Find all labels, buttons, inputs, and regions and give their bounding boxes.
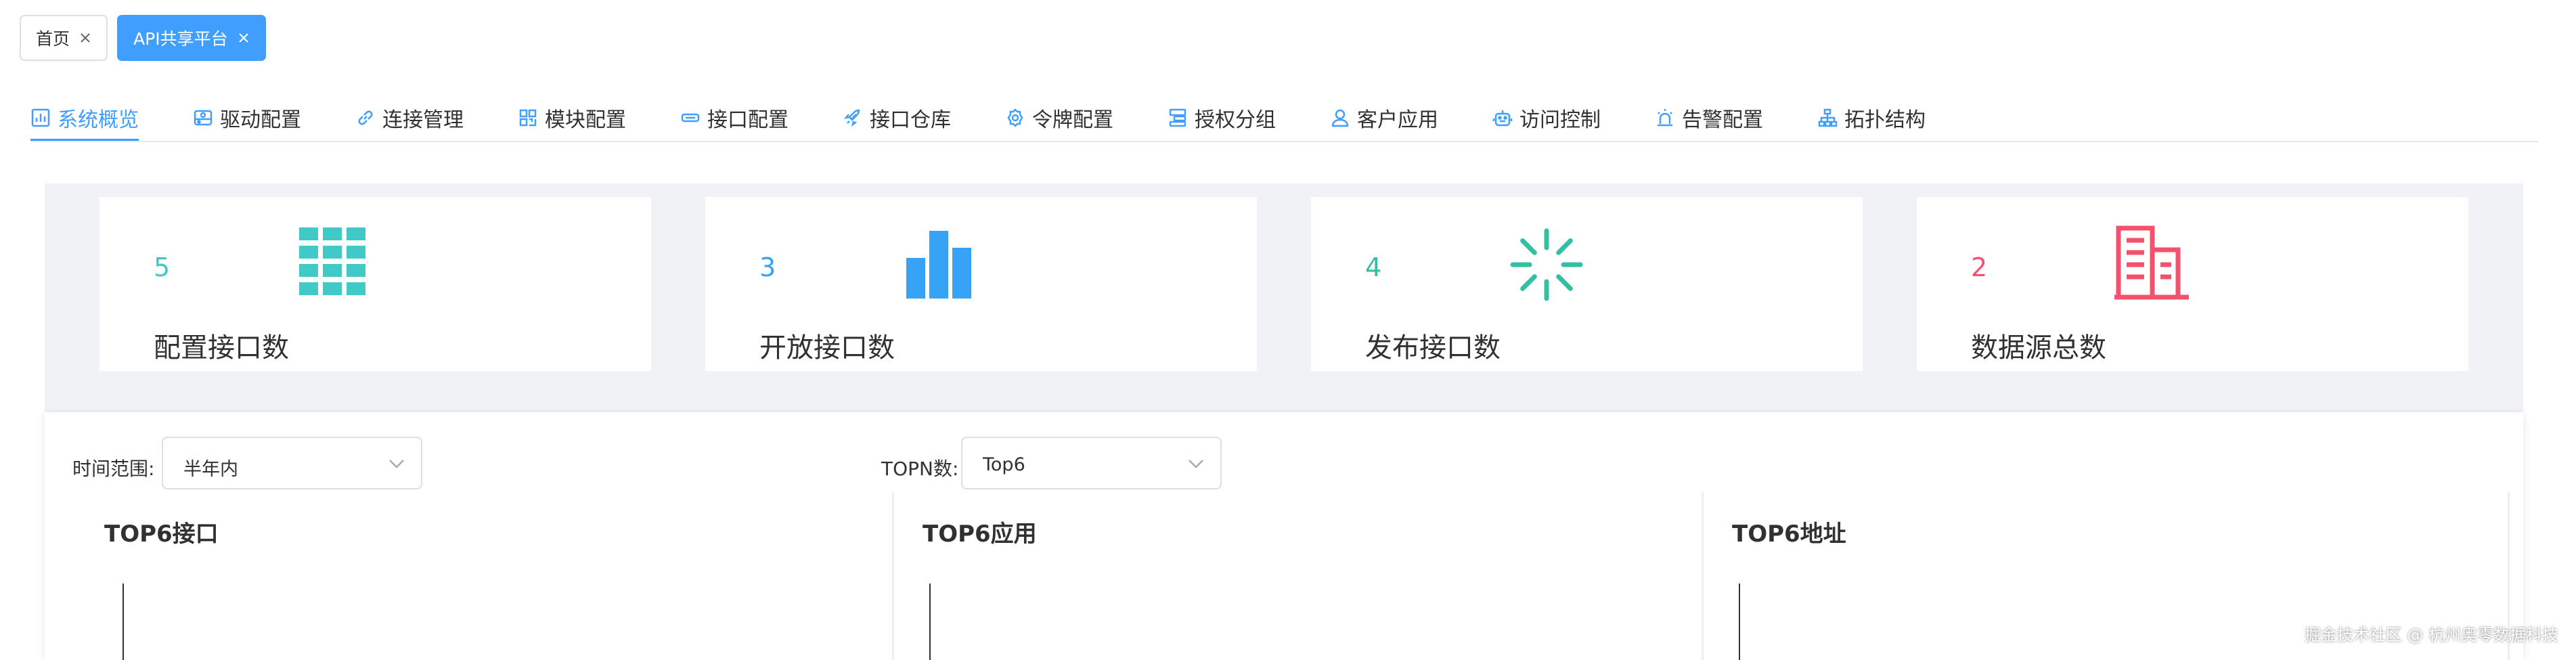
nav-tab-module[interactable]: 模块配置 — [518, 96, 626, 139]
time-range-select[interactable]: 半年内 — [162, 437, 422, 489]
nav-tab-label: 访问控制 — [1519, 108, 1601, 132]
grid-icon — [519, 109, 537, 127]
nav-tab-interface-repo[interactable]: 接口仓库 — [843, 96, 951, 139]
nav-tab-token[interactable]: 令牌配置 — [1005, 96, 1113, 139]
topology-icon — [1818, 108, 1838, 127]
nav-tab-access-control[interactable]: 访问控制 — [1492, 96, 1601, 139]
stat-label: 开放接口数 — [759, 332, 895, 364]
nav-tab-client-app[interactable]: 客户应用 — [1330, 96, 1438, 139]
nav-tab-overview[interactable]: 系统概览 — [30, 96, 139, 142]
chart-divider — [892, 492, 894, 660]
chart-icon — [31, 108, 50, 127]
chart-y-axis — [1739, 584, 1740, 660]
watermark: 掘金技术社区 @ 杭州奥零数据科技 — [2304, 625, 2558, 644]
user-icon — [1331, 109, 1349, 127]
nav-tab-driver[interactable]: 驱动配置 — [193, 96, 301, 139]
topn-label: TOPN数: — [881, 458, 959, 480]
nav-tab-label: 客户应用 — [1357, 108, 1438, 132]
loading-icon — [1510, 228, 1583, 301]
close-icon[interactable] — [79, 32, 91, 44]
nav-tab-interface-config[interactable]: 接口配置 — [680, 96, 789, 139]
chart-title: TOP6地址 — [1732, 521, 1846, 548]
drive-icon — [194, 110, 213, 126]
topn-select[interactable]: Top6 — [961, 437, 1222, 489]
page-tab-label: API共享平台 — [133, 29, 228, 49]
stat-card-configured: 5 配置接口数 — [99, 197, 651, 371]
robot-icon — [1492, 110, 1513, 127]
nav-tab-label: 接口仓库 — [870, 108, 951, 132]
top-n-panel: 时间范围: 半年内 TOPN数: Top6 TOP6接口 TOP6应用 TOP6… — [45, 412, 2523, 660]
nav-tab-label: 拓扑结构 — [1844, 108, 1926, 132]
stat-card-published: 4 发布接口数 — [1311, 197, 1863, 371]
nav-tab-alarm[interactable]: 告警配置 — [1655, 96, 1763, 139]
nav-tab-label: 系统概览 — [58, 108, 139, 132]
module-nav: 系统概览 驱动配置 连接管理 模块配置 接口配置 接口仓库 令牌配置 授权分组 … — [30, 96, 1926, 142]
page-tab-bar: 首页 API共享平台 — [20, 15, 266, 61]
nav-tab-label: 令牌配置 — [1032, 108, 1113, 132]
page-tab-label: 首页 — [36, 29, 70, 49]
grid-icon — [299, 227, 365, 295]
nav-tab-label: 连接管理 — [382, 108, 464, 132]
link-icon — [358, 110, 373, 125]
chart-y-axis — [929, 584, 931, 660]
page-tab-home[interactable]: 首页 — [20, 15, 108, 61]
page-tab-api-platform[interactable]: API共享平台 — [117, 15, 266, 61]
stat-label: 发布接口数 — [1365, 332, 1501, 364]
bar-chart-icon — [906, 231, 971, 299]
chart-y-axis — [123, 584, 124, 660]
stat-value: 3 — [759, 252, 776, 282]
alarm-icon — [1658, 109, 1672, 127]
nav-tab-connection[interactable]: 连接管理 — [355, 96, 464, 139]
close-icon[interactable] — [238, 32, 250, 44]
nav-divider — [30, 141, 2538, 142]
nav-tab-label: 授权分组 — [1195, 108, 1276, 132]
nav-tab-label: 模块配置 — [545, 108, 626, 132]
time-range-label: 时间范围: — [72, 458, 155, 480]
group-icon — [1169, 108, 1186, 127]
nav-tab-label: 驱动配置 — [220, 108, 301, 132]
select-value: Top6 — [983, 454, 1025, 475]
chart-top-apps: TOP6应用 — [897, 492, 1704, 660]
nav-tab-auth-group[interactable]: 授权分组 — [1168, 96, 1276, 139]
chart-top-interfaces: TOP6接口 — [45, 492, 894, 660]
nav-tab-label: 告警配置 — [1682, 108, 1763, 132]
rocket-icon — [843, 109, 860, 127]
nav-tab-topology[interactable]: 拓扑结构 — [1817, 96, 1926, 139]
stat-card-open: 3 开放接口数 — [705, 197, 1257, 371]
overview-content: 5 配置接口数 3 开放接口数 4 发布接口数 2 数据源总数 时间范围: 半年… — [45, 183, 2523, 660]
stat-label: 数据源总数 — [1971, 332, 2106, 364]
chevron-down-icon — [1189, 460, 1203, 468]
chart-divider — [1702, 492, 1704, 660]
nav-tab-label: 接口配置 — [707, 108, 789, 132]
stat-value: 4 — [1365, 252, 1382, 282]
stat-label: 配置接口数 — [154, 332, 289, 364]
chevron-down-icon — [389, 460, 404, 468]
building-icon — [2114, 225, 2189, 300]
chart-title: TOP6应用 — [923, 521, 1037, 548]
interface-icon — [681, 113, 700, 123]
gear-icon — [1007, 108, 1023, 127]
stat-value: 5 — [154, 252, 171, 282]
chart-title: TOP6接口 — [104, 521, 219, 548]
select-value: 半年内 — [183, 459, 238, 480]
stat-value: 2 — [1971, 252, 1988, 282]
stat-card-datasource: 2 数据源总数 — [1917, 197, 2468, 371]
